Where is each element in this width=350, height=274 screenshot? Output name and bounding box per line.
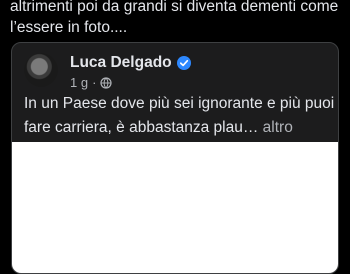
post-meta: 1 g · bbox=[70, 75, 113, 90]
author-name[interactable]: Luca Delgado bbox=[70, 54, 172, 72]
shared-post-media[interactable] bbox=[12, 142, 338, 273]
post-text: altrimenti poi da grandi si diventa deme… bbox=[10, 0, 345, 38]
shared-text-line-2-main: fare carriera, è abbastanza plau… bbox=[24, 119, 259, 136]
see-more-link[interactable]: altro bbox=[263, 119, 293, 136]
post-text-line-1: altrimenti poi da grandi si diventa deme… bbox=[10, 0, 339, 15]
avatar[interactable] bbox=[24, 53, 58, 87]
shared-text-line-1: In un Paese dove più sei ignorante e più… bbox=[24, 95, 335, 112]
shared-post-header: Luca Delgado 1 g · bbox=[24, 53, 324, 93]
globe-icon bbox=[100, 76, 113, 89]
shared-post-card[interactable]: Luca Delgado 1 g · In un Paese dove più … bbox=[11, 42, 339, 274]
shared-post-text: In un Paese dove più sei ignorante e più… bbox=[24, 92, 335, 140]
post-text-line-2: l’essere in foto.... bbox=[10, 19, 128, 36]
author-row: Luca Delgado bbox=[70, 54, 191, 72]
verified-badge-icon bbox=[176, 56, 191, 70]
meta-separator: · bbox=[92, 75, 97, 90]
post-time[interactable]: 1 g bbox=[70, 75, 88, 90]
shared-text-line-2: fare carriera, è abbastanza plau… altro bbox=[24, 116, 329, 140]
